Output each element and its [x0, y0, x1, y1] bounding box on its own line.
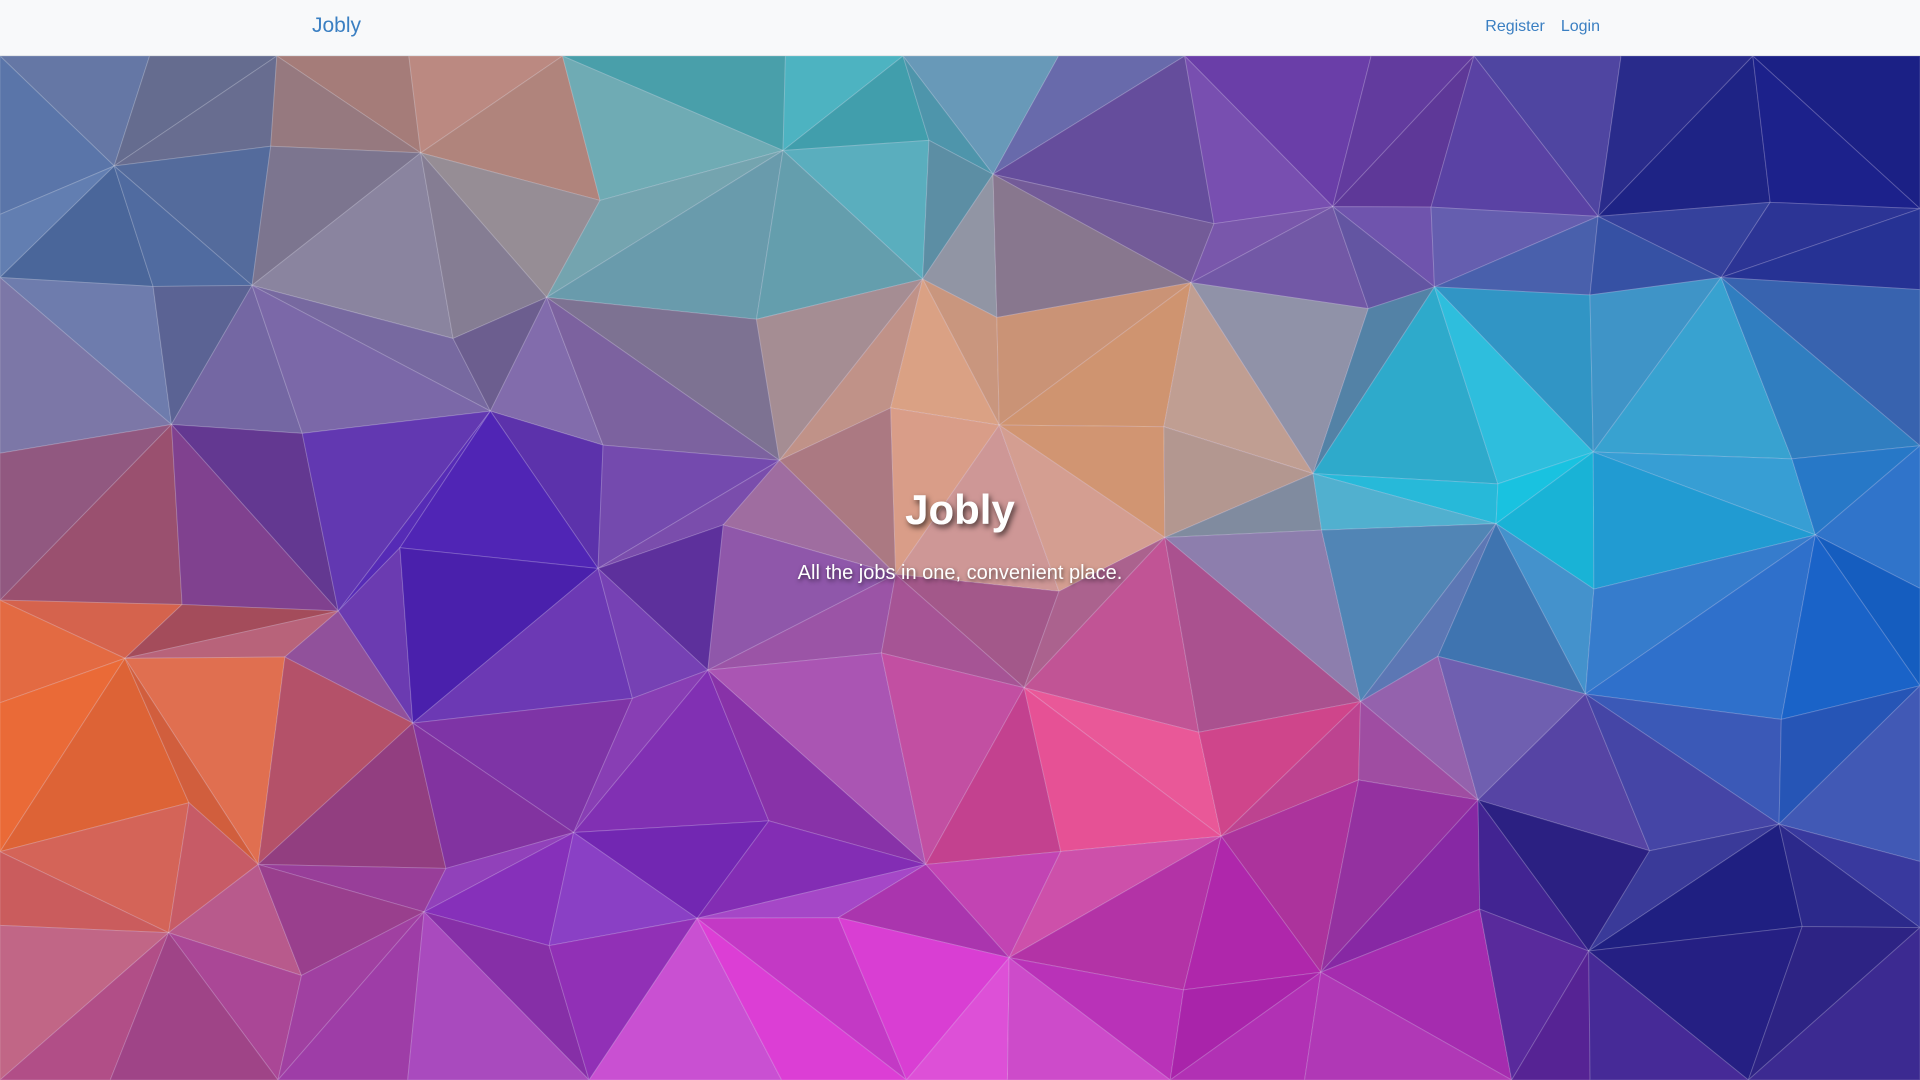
register-link[interactable]: Register — [1485, 18, 1545, 36]
login-link[interactable]: Login — [1561, 18, 1600, 36]
hero-section: Jobly All the jobs in one, convenient pl… — [0, 56, 1920, 1080]
hero-title: Jobly — [905, 486, 1015, 533]
navbar: Jobly Register Login — [0, 0, 1920, 56]
hero-tagline: All the jobs in one, convenient place. — [797, 562, 1123, 584]
nav-links: Register Login — [1485, 18, 1600, 36]
brand-link[interactable]: Jobly — [312, 14, 361, 38]
